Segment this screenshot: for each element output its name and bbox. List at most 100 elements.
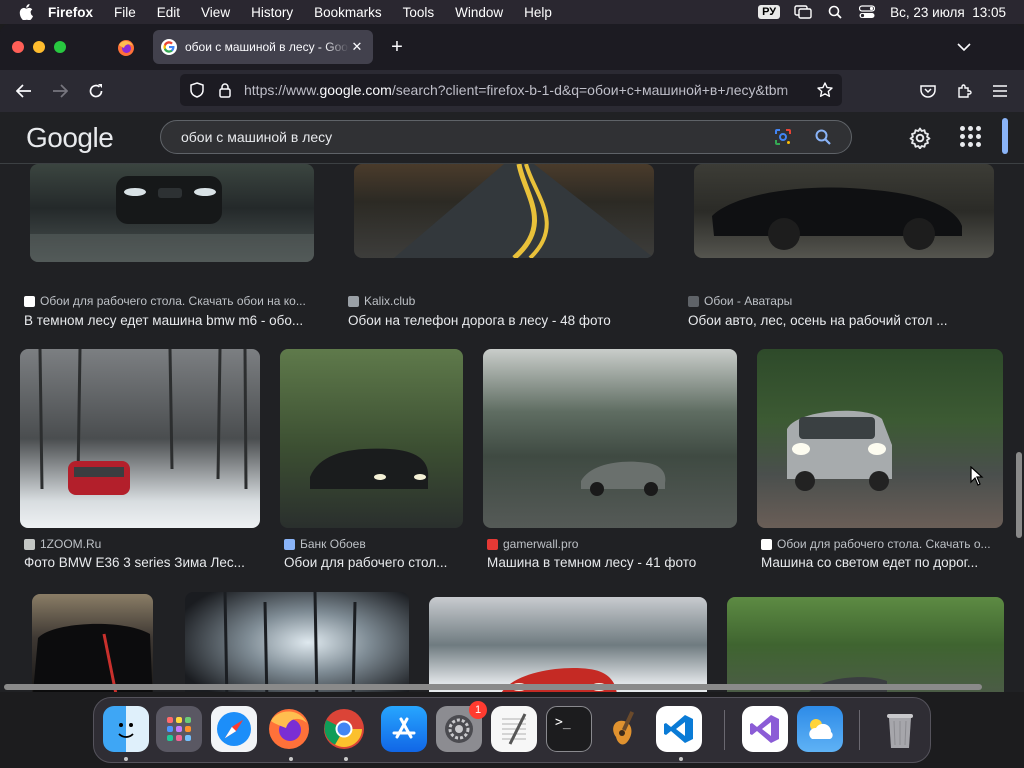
bookmark-star-icon[interactable] [814, 79, 836, 101]
dock-firefox-icon[interactable] [266, 706, 312, 752]
new-tab-button[interactable]: + [385, 35, 409, 59]
menu-clock[interactable]: Вс, 23 июля 13:05 [890, 5, 1006, 20]
result-source[interactable]: Банк Обоев [284, 537, 463, 551]
menu-tools[interactable]: Tools [403, 5, 435, 20]
account-avatar[interactable] [1002, 118, 1008, 154]
result-title[interactable]: Машина в темном лесу - 41 фото [487, 555, 737, 570]
result-source[interactable]: 1ZOOM.Ru [24, 537, 260, 551]
tab-bar: обои с машиной в лесу - Google ✕ + [0, 24, 1024, 70]
result-source[interactable]: Kalix.club [348, 294, 658, 308]
source-favicon-icon [487, 538, 498, 550]
pinned-tab-firefox[interactable] [110, 32, 142, 64]
close-tab-icon[interactable]: ✕ [349, 39, 365, 55]
result-title[interactable]: Обои для рабочего стол... [284, 555, 463, 570]
zoom-window-button[interactable] [54, 41, 66, 53]
result-title[interactable]: Фото BMW E36 3 series Зима Лес... [24, 555, 260, 570]
result-title[interactable]: Обои авто, лес, осень на рабочий стол ..… [688, 313, 998, 328]
dock-finder-icon[interactable] [103, 706, 149, 752]
firefox-window: обои с машиной в лесу - Google ✕ + https… [0, 24, 1024, 692]
result-source[interactable]: Обои для рабочего стола. Скачать о... [761, 537, 999, 551]
settings-gear-icon[interactable] [906, 124, 934, 152]
google-apps-grid-icon[interactable] [958, 124, 982, 148]
google-logo-text: Google [26, 122, 114, 153]
result-image-forest-road[interactable] [354, 164, 654, 258]
menu-app-name[interactable]: Firefox [48, 5, 93, 20]
search-box[interactable] [160, 120, 852, 154]
tab-title: обои с машиной в лесу - Google [185, 40, 349, 54]
result-image-bmw-e36-winter[interactable] [20, 349, 260, 528]
tracking-protection-shield-icon[interactable] [188, 81, 206, 99]
google-lens-icon[interactable] [771, 125, 795, 149]
result-image-bmw-snow-valley[interactable] [429, 597, 707, 692]
dock-chrome-icon[interactable] [321, 706, 367, 752]
dock-instruments-icon[interactable] [601, 706, 647, 752]
url-domain: google.com [319, 82, 392, 98]
menu-history[interactable]: History [251, 5, 293, 20]
tab-google-search[interactable]: обои с машиной в лесу - Google ✕ [153, 30, 373, 64]
search-magnifier-icon[interactable] [811, 125, 835, 149]
close-window-button[interactable] [12, 41, 24, 53]
spotlight-search-icon[interactable] [826, 5, 844, 19]
dock-textedit-icon[interactable] [491, 706, 537, 752]
result-image-lexus[interactable] [280, 349, 463, 528]
horizontal-scrollbar[interactable] [4, 684, 982, 690]
result-title[interactable]: Машина со светом едет по дорог... [761, 555, 999, 570]
reload-icon[interactable] [82, 77, 110, 105]
menu-edit[interactable]: Edit [157, 5, 180, 20]
result-image-bmw-m6[interactable] [30, 164, 314, 262]
pocket-icon[interactable] [914, 77, 942, 105]
dock-safari-icon[interactable] [211, 706, 257, 752]
menu-view[interactable]: View [201, 5, 230, 20]
control-center-icon[interactable] [858, 5, 876, 19]
result-source-text: Kalix.club [364, 294, 416, 308]
result-source[interactable]: gamerwall.pro [487, 537, 737, 551]
apple-menu-icon[interactable] [18, 4, 34, 20]
result-image-bmw-garage[interactable] [32, 594, 153, 692]
result-title[interactable]: Обои на телефон дорога в лесу - 48 фото [348, 313, 658, 328]
result-source-text: Обои для рабочего стола. Скачать обои на… [40, 294, 306, 308]
dock-weather-icon[interactable] [797, 706, 843, 752]
google-logo[interactable]: Google [26, 122, 114, 154]
result-source-text: Обои - Аватары [704, 294, 793, 308]
vertical-scrollbar[interactable] [1016, 452, 1022, 538]
menu-help[interactable]: Help [524, 5, 552, 20]
settings-notification-badge: 1 [469, 701, 487, 719]
result-image-mercedes-amg[interactable] [483, 349, 737, 528]
url-text[interactable]: https://www.google.com/search?client=fir… [244, 82, 814, 98]
result-source-text: Банк Обоев [300, 537, 366, 551]
input-source-badge[interactable]: РУ [758, 5, 781, 19]
dock-trash-icon[interactable] [877, 706, 923, 752]
source-favicon-icon [761, 538, 772, 550]
list-all-tabs-chevron-icon[interactable] [954, 37, 974, 57]
result-source-text: Обои для рабочего стола. Скачать о... [777, 537, 991, 551]
result-source[interactable]: Обои - Аватары [688, 294, 998, 308]
source-favicon-icon [348, 295, 359, 307]
dock-launchpad-icon[interactable] [156, 706, 202, 752]
url-path: /search?client=firefox-b-1-d&q=обои+с+ма… [391, 82, 789, 98]
result-image-lamborghini[interactable] [694, 164, 994, 258]
hamburger-menu-icon[interactable] [986, 77, 1014, 105]
dock-visual-studio-icon[interactable] [742, 706, 788, 752]
screen-mirroring-icon[interactable] [794, 5, 812, 19]
result-source[interactable]: Обои для рабочего стола. Скачать обои на… [24, 294, 320, 308]
menu-file[interactable]: File [114, 5, 136, 20]
result-title[interactable]: В темном лесу едет машина bmw m6 - обо..… [24, 313, 320, 328]
forward-arrow-icon[interactable] [46, 77, 74, 105]
back-arrow-icon[interactable] [10, 77, 38, 105]
search-input[interactable] [181, 129, 771, 145]
menu-window[interactable]: Window [455, 5, 503, 20]
navigation-toolbar: https://www.google.com/search?client=fir… [0, 70, 1024, 112]
lock-icon[interactable] [218, 82, 232, 98]
dock-app-store-icon[interactable] [381, 706, 427, 752]
menu-bookmarks[interactable]: Bookmarks [314, 5, 382, 20]
dock-terminal-icon[interactable]: >_ [546, 706, 592, 752]
result-image-vw-golf[interactable] [757, 349, 1003, 528]
result-image-muscle-car-forest[interactable] [727, 597, 1004, 692]
minimize-window-button[interactable] [33, 41, 45, 53]
result-image-night-forest[interactable] [185, 592, 409, 692]
url-bar[interactable]: https://www.google.com/search?client=fir… [180, 74, 842, 106]
dock-vscode-icon[interactable] [656, 706, 702, 752]
source-favicon-icon [688, 295, 699, 307]
extensions-puzzle-icon[interactable] [950, 77, 978, 105]
dock-separator [724, 710, 725, 750]
